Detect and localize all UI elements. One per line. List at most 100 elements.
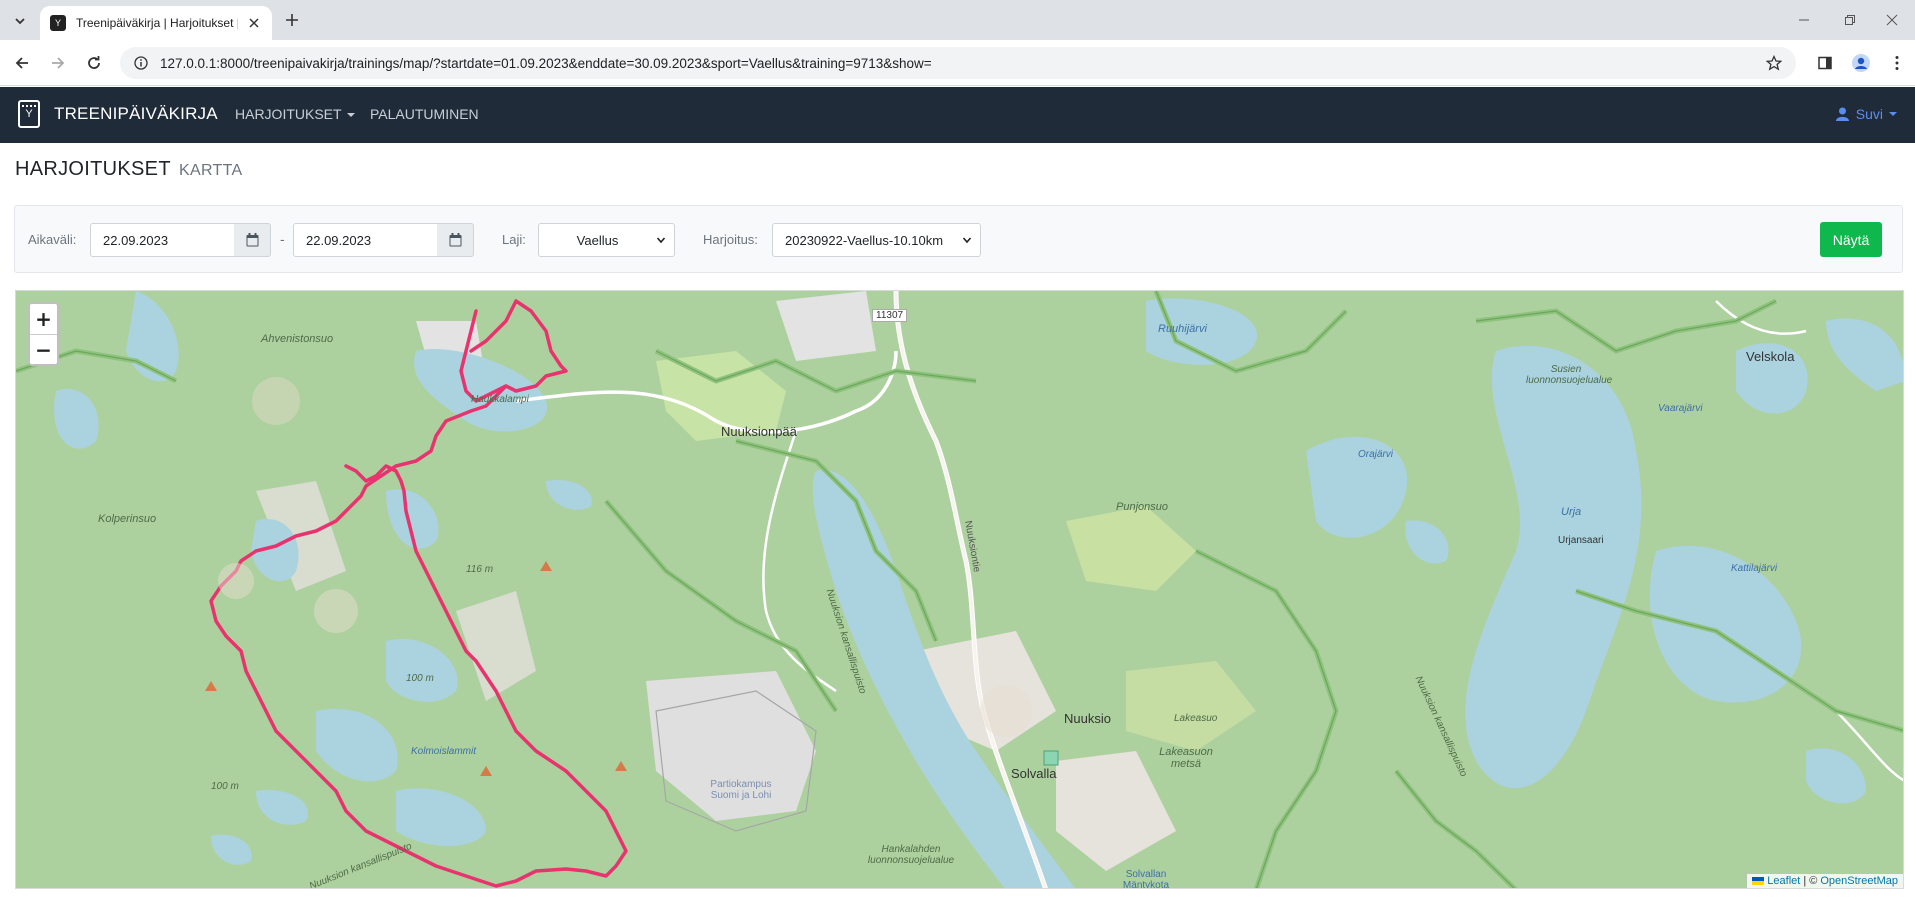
info-icon bbox=[134, 56, 148, 70]
elevation-label: 100 m bbox=[406, 673, 434, 684]
elevation-label: 100 m bbox=[211, 781, 239, 792]
sport-select-value: Vaellus bbox=[576, 232, 619, 248]
notebook-logo-icon: Y bbox=[18, 100, 40, 128]
sport-label: Laji: bbox=[502, 232, 526, 247]
zoom-out-button[interactable]: − bbox=[30, 334, 57, 364]
road-number-label: 11307 bbox=[872, 309, 908, 322]
training-label: Harjoitus: bbox=[703, 232, 758, 247]
date-range-separator: - bbox=[280, 231, 285, 247]
profile-button[interactable] bbox=[1849, 51, 1873, 75]
page-title: HARJOITUKSET bbox=[15, 158, 171, 180]
chevron-down-icon bbox=[962, 237, 972, 244]
lake-label: Ruuhijärvi bbox=[1158, 323, 1207, 335]
map-label: Ahvenistonsuo bbox=[261, 333, 334, 345]
calendar-icon bbox=[246, 233, 258, 247]
tab-title: Treenipäiväkirja | Harjoitukset | bbox=[76, 16, 238, 30]
back-button[interactable] bbox=[10, 51, 34, 75]
page-subtitle: KARTTA bbox=[179, 162, 243, 179]
app-favicon-icon: Y bbox=[50, 15, 66, 31]
map-label: Lakeasuon metsä bbox=[1159, 746, 1213, 770]
date-range-label: Aikaväli: bbox=[28, 232, 77, 247]
brand-link[interactable]: Y TREENIPÄIVÄKIRJA bbox=[18, 100, 218, 128]
map-container[interactable]: Ahvenistonsuo Haukkalampi 11307 Nuuksion… bbox=[15, 290, 1904, 889]
arrow-left-icon bbox=[15, 57, 28, 69]
address-bar[interactable]: 127.0.0.1:8000/treenipaivakirja/training… bbox=[120, 47, 1796, 79]
place-label: Solvalla bbox=[1011, 766, 1057, 781]
training-select[interactable]: 20230922-Vaellus-10.10km bbox=[772, 223, 981, 257]
brand-name: TREENIPÄIVÄKIRJA bbox=[54, 104, 218, 123]
end-date-input[interactable]: 22.09.2023 bbox=[293, 223, 438, 257]
place-label: Partiokampus Suomi ja Lohi bbox=[710, 779, 772, 801]
ukraine-flag-icon bbox=[1752, 877, 1765, 885]
lake-label: Kolmoislammit bbox=[411, 746, 477, 757]
kebab-menu-icon bbox=[1895, 56, 1899, 70]
start-date-calendar-button[interactable] bbox=[234, 223, 271, 257]
reload-button[interactable] bbox=[82, 51, 106, 75]
lake-label: Vaarajärvi bbox=[1658, 403, 1703, 414]
map-label: Kolperinsuo bbox=[98, 513, 157, 525]
browser-tabbar: Y Treenipäiväkirja | Harjoitukset | bbox=[0, 0, 1915, 40]
window-close-button[interactable] bbox=[1880, 8, 1904, 32]
zoom-in-button[interactable]: + bbox=[30, 304, 57, 334]
poi-label: Solvallan Mäntykota bbox=[1122, 869, 1170, 889]
end-date-calendar-button[interactable] bbox=[437, 223, 474, 257]
place-label: Urjansaari bbox=[1558, 535, 1604, 546]
side-panel-icon bbox=[1818, 56, 1832, 70]
map-label: Punjonsuo bbox=[1116, 501, 1168, 513]
zoom-control: + − bbox=[28, 302, 59, 366]
leaflet-link[interactable]: Leaflet bbox=[1767, 875, 1800, 887]
show-button[interactable]: Näytä bbox=[1820, 222, 1882, 257]
browser-menu-button[interactable] bbox=[1885, 51, 1909, 75]
tab-search-button[interactable] bbox=[8, 9, 32, 33]
close-icon[interactable] bbox=[246, 15, 262, 31]
map-attribution: Leaflet | © OpenStreetMap bbox=[1747, 874, 1903, 888]
reserve-label: Hankalahden luonnonsuojelualue bbox=[867, 844, 955, 866]
close-icon bbox=[1886, 14, 1898, 26]
browser-tab-active[interactable]: Y Treenipäiväkirja | Harjoitukset | bbox=[40, 6, 272, 40]
url-text: 127.0.0.1:8000/treenipaivakirja/training… bbox=[160, 55, 932, 71]
restore-button[interactable] bbox=[1838, 8, 1862, 32]
sport-select[interactable]: Vaellus bbox=[538, 223, 675, 257]
place-label: Velskola bbox=[1746, 349, 1795, 364]
map-label: Haukkalampi bbox=[471, 394, 529, 405]
place-label: Nuuksionpää bbox=[721, 424, 797, 439]
side-panel-button[interactable] bbox=[1813, 51, 1837, 75]
arrow-right-icon bbox=[52, 57, 65, 69]
nav-item-label: PALAUTUMINEN bbox=[370, 106, 479, 122]
minimize-icon bbox=[1799, 19, 1809, 21]
openstreetmap-link[interactable]: OpenStreetMap bbox=[1820, 875, 1898, 887]
calendar-icon bbox=[449, 233, 461, 247]
nav-harjoitukset-dropdown[interactable]: HARJOITUKSET bbox=[235, 106, 356, 122]
map-tiles[interactable] bbox=[16, 291, 1904, 889]
lake-label: Orajärvi bbox=[1358, 449, 1394, 460]
forward-button[interactable] bbox=[46, 51, 70, 75]
minimize-button[interactable] bbox=[1792, 8, 1816, 32]
browser-toolbar: 127.0.0.1:8000/treenipaivakirja/training… bbox=[0, 40, 1915, 86]
nav-item-label: HARJOITUKSET bbox=[235, 106, 342, 122]
plus-icon bbox=[286, 14, 298, 26]
lake-label: Urja bbox=[1561, 506, 1582, 518]
filter-form: Aikaväli: 22.09.2023 - 22.09.2023 Laji: … bbox=[14, 205, 1903, 273]
elevation-label: 116 m bbox=[466, 564, 494, 575]
user-icon bbox=[1835, 107, 1849, 121]
chevron-down-icon bbox=[656, 237, 666, 244]
restore-icon bbox=[1845, 15, 1855, 25]
reserve-label: Susien luonnonsuojelualue bbox=[1526, 364, 1613, 386]
new-tab-button[interactable] bbox=[282, 10, 302, 30]
app-navbar: Y TREENIPÄIVÄKIRJA HARJOITUKSET PALAUTUM… bbox=[0, 87, 1915, 143]
caret-down-icon bbox=[347, 113, 356, 118]
lake-label: Kattilajärvi bbox=[1731, 563, 1778, 574]
reload-icon bbox=[88, 56, 100, 69]
user-name: Suvi bbox=[1855, 106, 1883, 122]
user-menu-dropdown[interactable]: Suvi bbox=[1835, 106, 1897, 122]
attribution-separator: | © bbox=[1803, 875, 1818, 887]
nav-palautuminen[interactable]: PALAUTUMINEN bbox=[370, 106, 479, 122]
profile-avatar-icon bbox=[1852, 54, 1870, 72]
place-label: Nuuksio bbox=[1064, 711, 1111, 726]
bookmark-star-icon[interactable] bbox=[1765, 54, 1783, 76]
map-label: Lakeasuo bbox=[1174, 713, 1218, 724]
caret-down-icon bbox=[1889, 112, 1897, 116]
chevron-down-icon bbox=[15, 18, 25, 25]
training-select-value: 20230922-Vaellus-10.10km bbox=[785, 232, 944, 248]
start-date-input[interactable]: 22.09.2023 bbox=[90, 223, 235, 257]
